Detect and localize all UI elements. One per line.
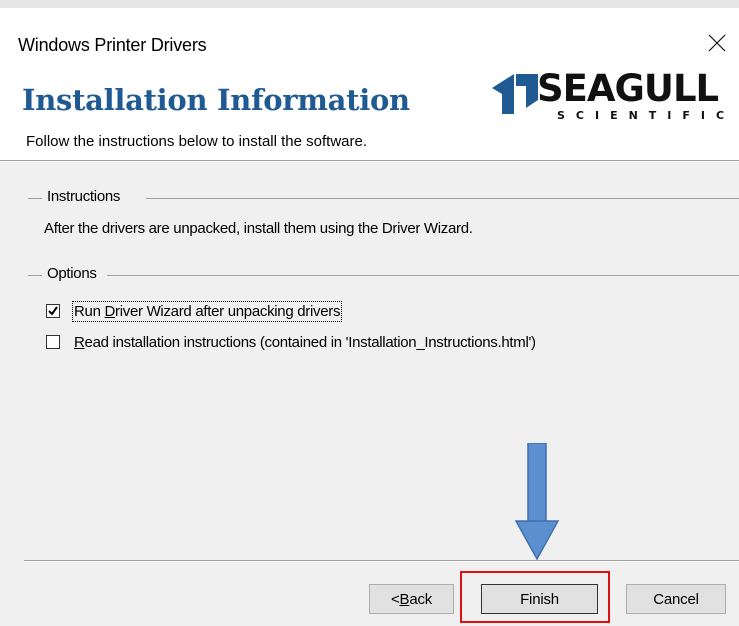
back-button[interactable]: < Back [369, 584, 454, 614]
cancel-button[interactable]: Cancel [626, 584, 726, 614]
group-line-right [146, 198, 739, 199]
options-group: Options [28, 265, 739, 285]
down-arrow-annotation-icon [514, 443, 560, 561]
read-instructions-option[interactable]: Read installation instructions (containe… [46, 334, 646, 354]
group-line-left [28, 275, 42, 276]
read-instructions-label: Read installation instructions (containe… [74, 334, 536, 351]
close-icon [708, 34, 726, 52]
back-button-mnemonic: B [399, 590, 410, 608]
run-driver-wizard-label: Run Driver Wizard after unpacking driver… [71, 301, 343, 322]
window-title: Windows Printer Drivers [18, 35, 207, 55]
back-button-prefix: < [390, 590, 400, 608]
read-instructions-checkbox[interactable] [46, 335, 60, 349]
checkmark-icon [48, 306, 58, 316]
page-subtitle: Follow the instructions below to install… [26, 133, 367, 150]
group-line-right [107, 275, 739, 276]
logo-subtext: SCIENTIFIC [557, 109, 736, 122]
close-button[interactable] [695, 28, 739, 64]
group-line-left [28, 198, 42, 199]
instructions-group: Instructions [28, 188, 739, 208]
wizard-header: Installation Information Follow the inst… [0, 60, 739, 160]
seagull-logo: SEAGULL SCIENTIFIC [488, 67, 739, 124]
page-title: Installation Information [22, 83, 410, 117]
instructions-group-label: Instructions [47, 188, 121, 205]
instructions-text: After the drivers are unpacked, install … [44, 220, 473, 237]
footer-divider-highlight [24, 561, 739, 562]
back-button-suffix: ack [409, 590, 433, 608]
window-top-border [0, 0, 739, 8]
run-driver-wizard-checkbox[interactable] [46, 304, 60, 318]
options-group-label: Options [47, 265, 97, 282]
title-bar[interactable]: Windows Printer Drivers [0, 8, 739, 60]
finish-highlight-box [460, 571, 610, 623]
seagull-logo-mark-icon [492, 74, 538, 114]
run-driver-wizard-option[interactable]: Run Driver Wizard after unpacking driver… [46, 301, 466, 323]
logo-wordmark: SEAGULL [537, 67, 719, 110]
